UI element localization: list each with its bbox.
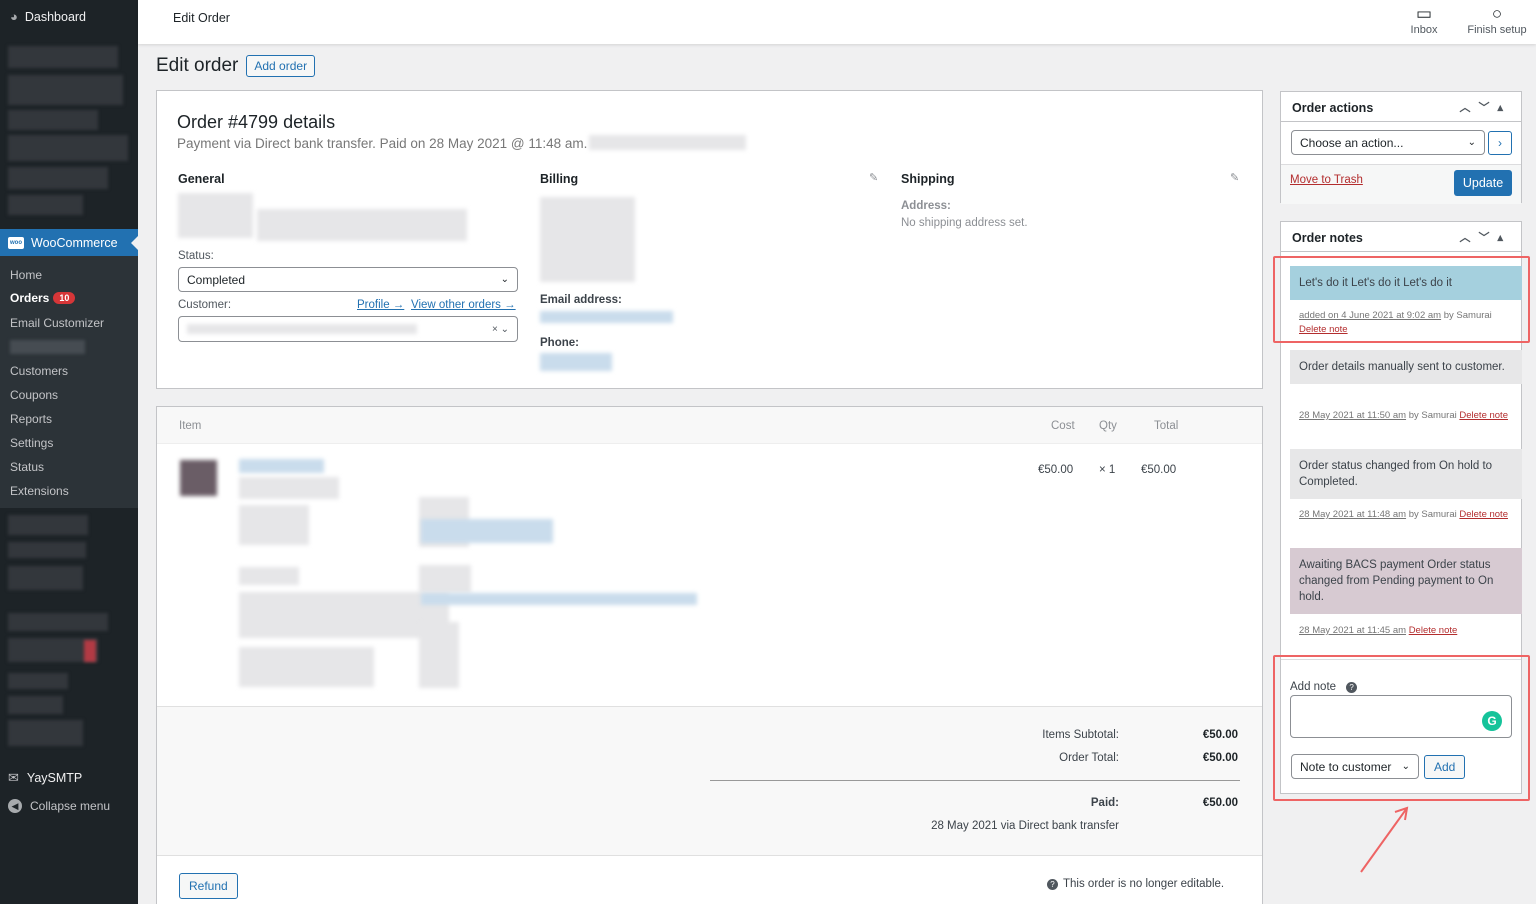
top-bar: Edit Order ▭ Inbox ○ Finish setup: [138, 0, 1536, 44]
note-meta-3: 28 May 2021 at 11:48 am by Samurai Delet…: [1299, 509, 1508, 520]
mail-icon: ✉: [8, 770, 19, 785]
submenu-status[interactable]: Status: [10, 460, 44, 474]
paid-label: Paid:: [1090, 797, 1119, 809]
submenu-extensions[interactable]: Extensions: [10, 484, 69, 498]
customer-profile-link[interactable]: Profile →: [357, 299, 404, 311]
item-total: €50.00: [1141, 464, 1177, 476]
customer-label: Customer:: [178, 299, 232, 311]
inbox-button[interactable]: ▭ Inbox: [1404, 4, 1444, 36]
note-item-4: Awaiting BACS payment Order status chang…: [1290, 548, 1522, 614]
add-order-button[interactable]: Add order: [246, 55, 316, 77]
delete-note-link[interactable]: Delete note: [1459, 509, 1508, 520]
sidebar-item-woocommerce[interactable]: woo WooCommerce: [0, 229, 138, 256]
item-cost: €50.00: [1038, 464, 1074, 476]
submenu-email-customizer[interactable]: Email Customizer: [10, 316, 104, 330]
order-details-panel: Order #4799 details Payment via Direct b…: [156, 90, 1263, 389]
update-button[interactable]: Update: [1454, 170, 1512, 196]
order-title: Order #4799 details: [177, 112, 336, 132]
order-action-select[interactable]: Choose an action... ⌄: [1291, 130, 1485, 155]
paid-via-text: 28 May 2021 via Direct bank transfer: [931, 820, 1119, 832]
clear-and-chevron-icon: × ⌄: [492, 323, 509, 335]
progress-circle-icon: ○: [1491, 4, 1503, 23]
order-items-panel: Item Cost Qty Total €50.00 × 1 €50.00 It…: [156, 406, 1263, 904]
submenu-coupons[interactable]: Coupons: [10, 388, 58, 402]
order-actions-header: Order actions ︿﹀▴: [1281, 92, 1521, 122]
woocommerce-icon: woo: [8, 236, 24, 249]
panel-controls-icon[interactable]: ︿﹀▴: [1459, 229, 1511, 245]
order-actions-panel: Order actions ︿﹀▴ Choose an action... ⌄ …: [1280, 91, 1522, 204]
finish-setup-button[interactable]: ○ Finish setup: [1462, 4, 1532, 36]
email-label: Email address:: [540, 294, 622, 306]
col-cost: Cost: [1051, 420, 1075, 432]
submenu-settings[interactable]: Settings: [10, 436, 53, 450]
not-editable-notice: ? This order is no longer editable.: [1047, 878, 1224, 890]
dashboard-icon: ◕: [10, 9, 18, 24]
totals-divider: [710, 780, 1240, 781]
note-meta-2: 28 May 2021 at 11:50 am by Samurai Delet…: [1299, 410, 1508, 421]
col-total: Total: [1154, 420, 1179, 432]
sidebar-item-yaysmtp[interactable]: ✉ YaySMTP: [8, 770, 82, 786]
orders-count-badge: 10: [53, 292, 76, 304]
chevron-down-icon: ⌄: [1467, 137, 1476, 148]
note-meta-4: 28 May 2021 at 11:45 am Delete note: [1299, 625, 1458, 636]
general-heading: General: [178, 172, 225, 186]
admin-sidebar: ◕ Dashboard woo WooCommerce Home Orders 1…: [0, 0, 138, 904]
help-icon: ?: [1047, 878, 1058, 890]
page-heading: Edit order Add order: [156, 55, 316, 77]
highlight-box-add-note: [1273, 655, 1530, 801]
paid-value: €50.00: [1202, 797, 1238, 809]
subtotal-value: €50.00: [1202, 729, 1238, 741]
chevron-down-icon: ⌄: [500, 274, 509, 285]
items-header: [157, 407, 1262, 444]
refund-button[interactable]: Refund: [179, 873, 238, 899]
order-total-label: Order Total:: [1059, 752, 1119, 764]
page-title: Edit order: [156, 55, 239, 76]
item-qty: × 1: [1099, 464, 1116, 476]
phone-label: Phone:: [540, 337, 579, 349]
status-label: Status:: [178, 250, 214, 262]
order-notes-header: Order notes ︿﹀▴: [1281, 222, 1521, 252]
billing-heading: Billing: [540, 172, 579, 186]
sidebar-item-dashboard[interactable]: ◕ Dashboard: [10, 9, 86, 24]
inbox-icon: ▭: [1415, 4, 1433, 23]
address-label: Address:: [901, 200, 951, 212]
woocommerce-submenu: Home Orders 10 Email Customizer Customers…: [0, 256, 138, 508]
view-other-orders-link[interactable]: View other orders →: [411, 299, 516, 311]
order-total-value: €50.00: [1202, 752, 1238, 764]
delete-note-link[interactable]: Delete note: [1459, 410, 1508, 421]
apply-action-button[interactable]: ›: [1488, 131, 1512, 155]
col-qty: Qty: [1099, 420, 1117, 432]
col-item: Item: [179, 420, 202, 432]
no-shipping-text: No shipping address set.: [901, 217, 1028, 229]
move-to-trash-link[interactable]: Move to Trash: [1290, 174, 1363, 186]
edit-billing-icon[interactable]: ✎: [869, 171, 878, 184]
highlight-box-note: [1273, 256, 1530, 343]
collapse-arrow-icon: ◀: [8, 799, 22, 813]
submenu-reports[interactable]: Reports: [10, 412, 52, 426]
customer-select[interactable]: × ⌄: [178, 316, 518, 342]
note-item-3: Order status changed from On hold to Com…: [1290, 449, 1522, 499]
annotation-arrow-icon: [1360, 806, 1409, 873]
panel-controls-icon[interactable]: ︿﹀▴: [1459, 99, 1511, 115]
product-thumbnail: [180, 460, 217, 496]
order-payment-info: Payment via Direct bank transfer. Paid o…: [177, 136, 588, 151]
submenu-orders[interactable]: Orders 10: [10, 291, 76, 305]
subtotal-label: Items Subtotal:: [1042, 729, 1119, 741]
note-item-2: Order details manually sent to customer.: [1290, 350, 1522, 384]
delete-note-link[interactable]: Delete note: [1409, 625, 1458, 636]
submenu-customers[interactable]: Customers: [10, 364, 68, 378]
status-select[interactable]: Completed ⌄: [178, 267, 518, 292]
collapse-menu-button[interactable]: ◀ Collapse menu: [8, 799, 110, 813]
shipping-heading: Shipping: [901, 172, 955, 186]
chevron-right-icon: ›: [1498, 136, 1502, 150]
edit-shipping-icon[interactable]: ✎: [1230, 171, 1239, 184]
totals-section: Items Subtotal: €50.00 Order Total: €50.…: [157, 706, 1262, 856]
topbar-title: Edit Order: [173, 11, 230, 25]
submenu-home[interactable]: Home: [10, 268, 42, 282]
